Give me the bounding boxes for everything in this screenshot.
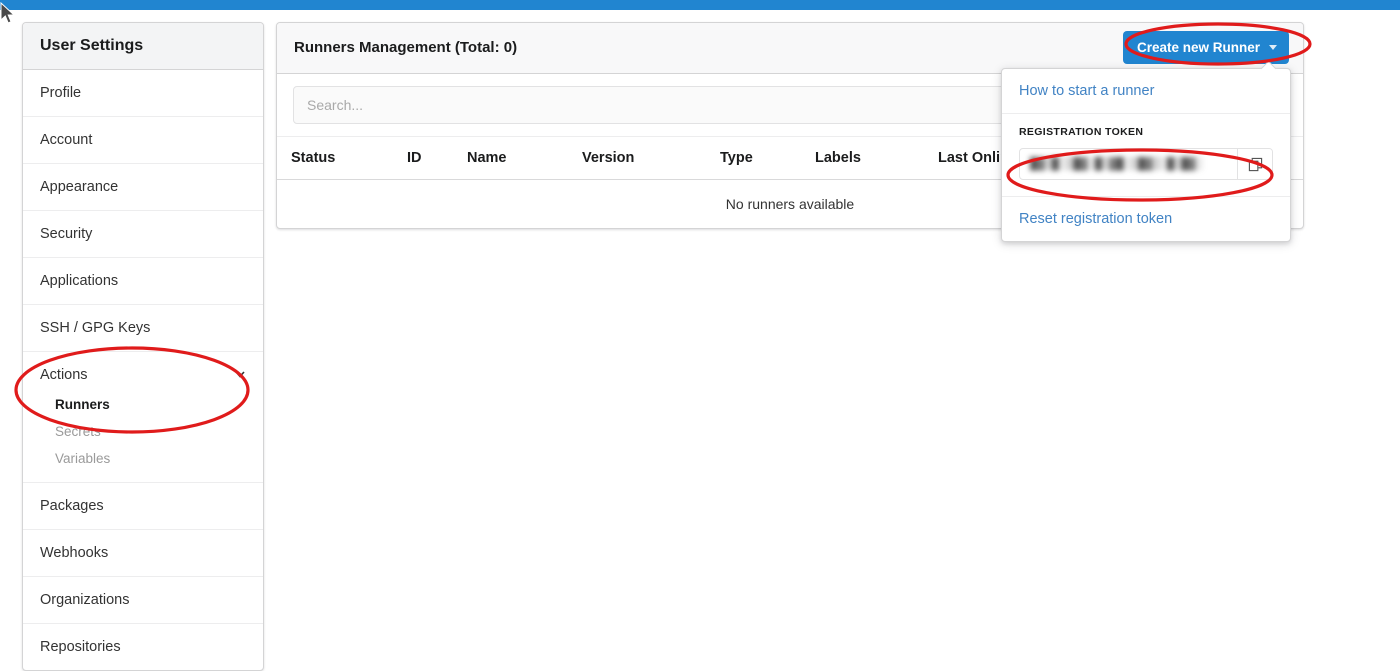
sidebar-item-applications[interactable]: Applications bbox=[23, 258, 263, 305]
sidebar-subitem-label: Secrets bbox=[55, 424, 101, 439]
sidebar-group-actions: Actions Runners Secrets Variables bbox=[23, 352, 263, 483]
column-header-labels[interactable]: Labels bbox=[815, 137, 938, 180]
sidebar-item-label: Profile bbox=[40, 85, 82, 101]
sidebar-item-repositories[interactable]: Repositories bbox=[23, 624, 263, 670]
column-header-name[interactable]: Name bbox=[467, 137, 582, 180]
sidebar-item-actions[interactable]: Actions bbox=[23, 352, 263, 391]
sidebar-subitem-label: Variables bbox=[55, 451, 111, 466]
registration-token-row: █▓▒█░▒█▓░█▒▓█░▒█▓▒░█▒█▓░ bbox=[1019, 148, 1273, 180]
column-header-type[interactable]: Type bbox=[720, 137, 815, 180]
sidebar-item-security[interactable]: Security bbox=[23, 211, 263, 258]
sidebar-item-label: Webhooks bbox=[40, 545, 109, 561]
reset-registration-token-link[interactable]: Reset registration token bbox=[1002, 197, 1290, 241]
copy-token-button[interactable] bbox=[1237, 149, 1272, 179]
sidebar-item-label: Organizations bbox=[40, 592, 130, 608]
panel-header: Runners Management (Total: 0) Create new… bbox=[277, 23, 1303, 74]
sidebar-item-variables[interactable]: Variables bbox=[23, 445, 263, 472]
sidebar-item-label: Account bbox=[40, 132, 93, 148]
copy-icon bbox=[1248, 157, 1262, 171]
top-app-bar bbox=[0, 0, 1400, 10]
sidebar-item-label: Repositories bbox=[40, 639, 121, 655]
how-to-start-a-runner-link[interactable]: How to start a runner bbox=[1002, 69, 1290, 114]
caret-down-icon bbox=[1269, 45, 1277, 50]
sidebar-subitem-label: Runners bbox=[55, 397, 110, 412]
sidebar-item-packages[interactable]: Packages bbox=[23, 483, 263, 530]
sidebar-item-label: Appearance bbox=[40, 179, 119, 195]
sidebar-item-label: SSH / GPG Keys bbox=[40, 320, 151, 336]
sidebar-item-label: Security bbox=[40, 226, 93, 242]
column-header-version[interactable]: Version bbox=[582, 137, 720, 180]
registration-token-label: REGISTRATION TOKEN bbox=[1019, 126, 1144, 138]
sidebar-title: User Settings bbox=[23, 23, 263, 70]
create-new-runner-button[interactable]: Create new Runner bbox=[1122, 31, 1289, 64]
registration-token-value[interactable]: █▓▒█░▒█▓░█▒▓█░▒█▓▒░█▒█▓░ bbox=[1020, 149, 1237, 179]
chevron-down-icon bbox=[235, 371, 245, 378]
sidebar-item-label: Applications bbox=[40, 273, 119, 289]
sidebar-item-account[interactable]: Account bbox=[23, 117, 263, 164]
sidebar-item-organizations[interactable]: Organizations bbox=[23, 577, 263, 624]
create-new-runner-label: Create new Runner bbox=[1136, 40, 1260, 55]
sidebar-item-secrets[interactable]: Secrets bbox=[23, 418, 263, 445]
sidebar-item-runners[interactable]: Runners bbox=[23, 391, 263, 418]
sidebar-item-profile[interactable]: Profile bbox=[23, 70, 263, 117]
create-runner-dropdown-menu: How to start a runner REGISTRATION TOKEN… bbox=[1001, 68, 1291, 242]
sidebar-item-label: Actions bbox=[40, 367, 88, 383]
column-header-id[interactable]: ID bbox=[407, 137, 467, 180]
user-settings-sidebar: User Settings Profile Account Appearance… bbox=[22, 22, 264, 671]
sidebar-item-ssh-gpg-keys[interactable]: SSH / GPG Keys bbox=[23, 305, 263, 352]
sidebar-item-label: Packages bbox=[40, 498, 104, 514]
sidebar-subitems-actions: Runners Secrets Variables bbox=[23, 391, 263, 482]
sidebar-item-appearance[interactable]: Appearance bbox=[23, 164, 263, 211]
sidebar-item-webhooks[interactable]: Webhooks bbox=[23, 530, 263, 577]
page-title: Runners Management (Total: 0) bbox=[294, 39, 518, 56]
registration-token-section: REGISTRATION TOKEN █▓▒█░▒█▓░█▒▓█░▒█▓▒░█▒… bbox=[1002, 114, 1290, 197]
column-header-status[interactable]: Status bbox=[277, 137, 407, 180]
